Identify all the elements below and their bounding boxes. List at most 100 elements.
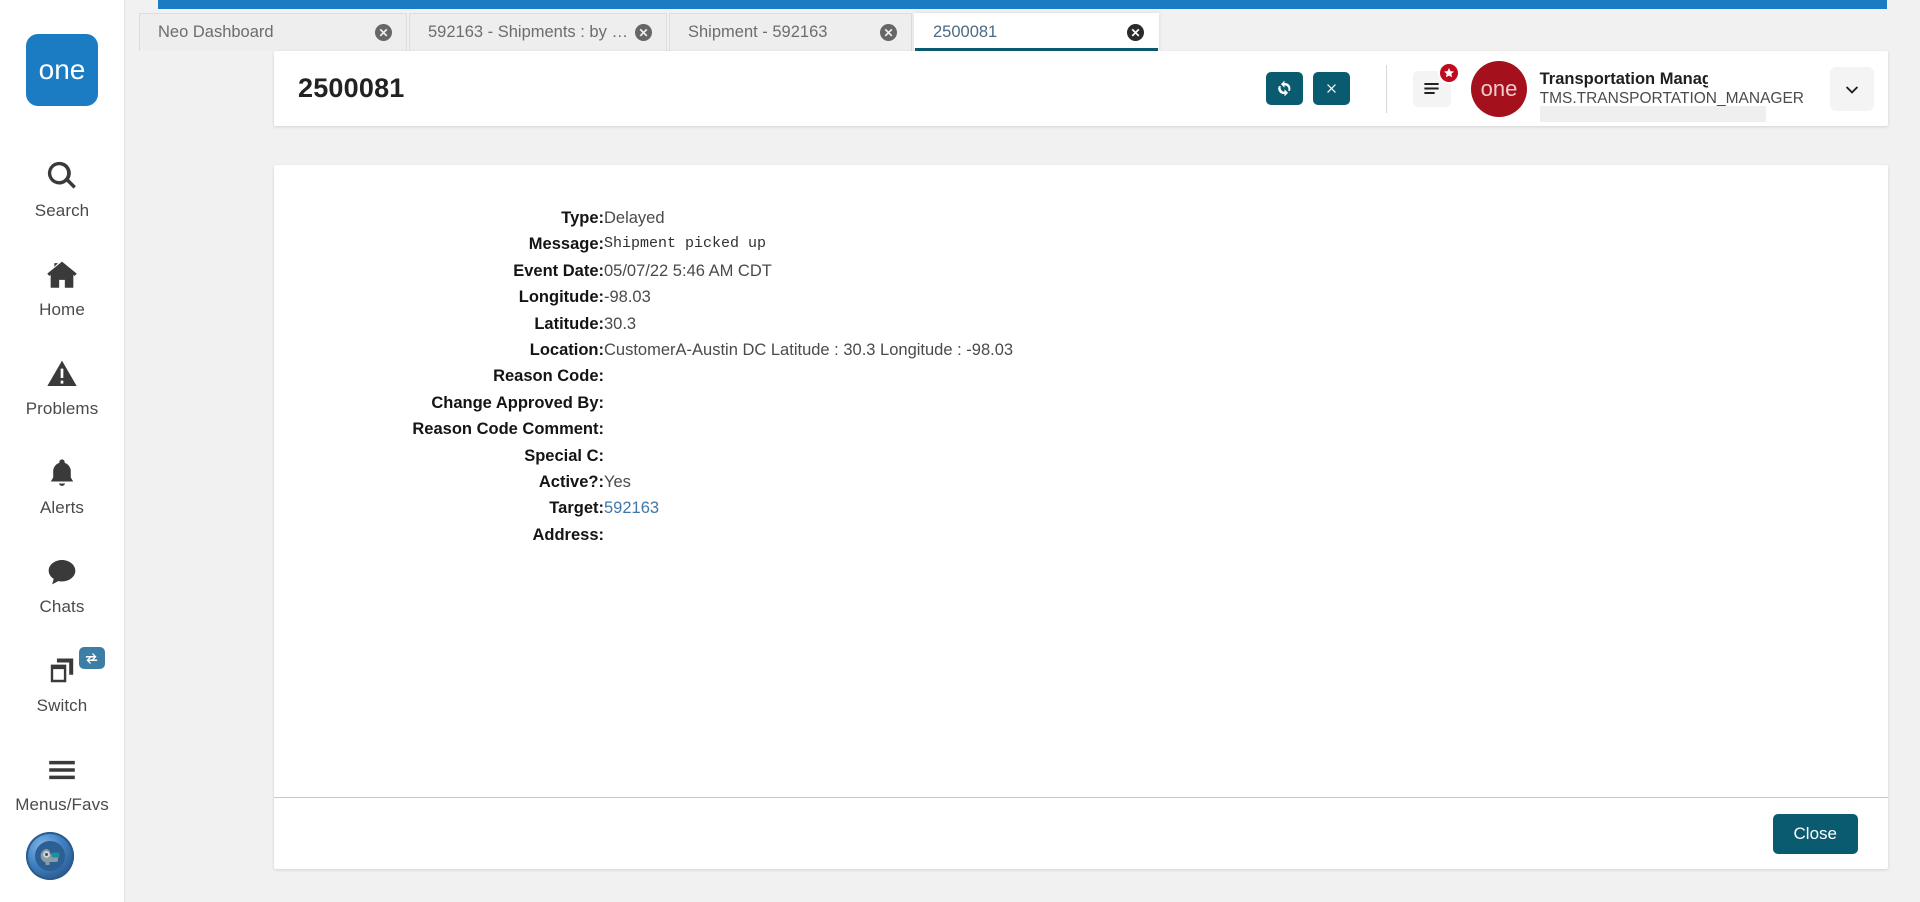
swap-arrows-icon[interactable] xyxy=(78,647,105,669)
tab-label: Shipment - 592163 xyxy=(688,23,828,41)
field-label: Reason Code Comment: xyxy=(412,420,604,439)
work-area: Neo Dashboard ✕ 592163 - Shipments : by … xyxy=(125,0,1920,902)
field-value xyxy=(604,390,1013,416)
close-x-icon xyxy=(1324,81,1339,96)
field-label: Target: xyxy=(549,499,604,518)
detail-content: Type: Delayed Message: Shipment picked u… xyxy=(274,165,1888,797)
detail-row: Reason Code: xyxy=(274,363,1013,389)
field-value: Delayed xyxy=(604,209,665,227)
field-value: CustomerA-Austin DC Latitude : 30.3 Long… xyxy=(604,341,1014,360)
sidebar-item-home[interactable]: Home xyxy=(0,241,125,326)
user-menu-button[interactable] xyxy=(1830,66,1874,111)
panel-footer: Close xyxy=(274,797,1888,869)
sidebar-item-problems[interactable]: Problems xyxy=(0,340,125,425)
detail-field-table: Type: Delayed Message: Shipment picked u… xyxy=(274,205,1013,548)
windows-stack-icon xyxy=(46,651,78,691)
sidebar-item-label: Menus/Favs xyxy=(15,795,109,814)
field-value xyxy=(604,416,1013,442)
detail-row: Reason Code Comment: xyxy=(274,416,1013,442)
sidebar-item-switch[interactable]: Switch xyxy=(0,637,125,722)
detail-row: Change Approved By: xyxy=(274,390,1013,416)
field-value: 05/07/22 5:46 AM CDT xyxy=(604,261,772,280)
detail-row: Address: xyxy=(274,522,1013,548)
detail-row: Event Date: 05/07/22 5:46 AM CDT xyxy=(274,258,1013,284)
field-label: Active?: xyxy=(538,473,604,492)
tab-shipments-by-shipment[interactable]: 592163 - Shipments : by Shipme... ✕ xyxy=(409,13,667,51)
detail-row: Type: Delayed xyxy=(274,205,1013,231)
tab-label: Neo Dashboard xyxy=(158,23,274,41)
field-label: Address: xyxy=(532,525,604,544)
tab-close-icon[interactable]: ✕ xyxy=(880,24,897,41)
refresh-icon xyxy=(1275,79,1294,98)
user-identity: Transportation Manager TMS.TRANSPORTATIO… xyxy=(1539,69,1804,122)
page-header: 2500081 one Transportation Manager TMS.T… xyxy=(274,51,1888,126)
chat-bubble-icon xyxy=(46,552,78,592)
detail-row: Active?: Yes xyxy=(274,469,1013,495)
tab-2500081[interactable]: 2500081 ✕ xyxy=(914,13,1159,51)
close-page-button[interactable] xyxy=(1312,72,1350,105)
sidebar-item-label: Switch xyxy=(36,696,88,715)
field-value: 30.3 xyxy=(604,314,637,333)
refresh-button[interactable] xyxy=(1265,72,1303,105)
tab-strip: Neo Dashboard ✕ 592163 - Shipments : by … xyxy=(139,13,1161,51)
one-brand-avatar-icon: one xyxy=(1470,60,1527,117)
field-value xyxy=(604,522,1013,548)
field-label: Change Approved By: xyxy=(431,393,604,412)
tab-close-icon[interactable]: ✕ xyxy=(1127,24,1144,41)
ai-assistant-avatar-icon[interactable] xyxy=(26,832,74,880)
field-label: Message: xyxy=(528,235,604,254)
chevron-down-icon xyxy=(1842,79,1862,99)
svg-text:one: one xyxy=(1480,77,1517,101)
user-role-label: Transportation Manager xyxy=(1539,69,1728,88)
field-value: Yes xyxy=(604,473,631,492)
sidebar-item-label: Search xyxy=(34,201,90,220)
application-root: one Search Home Problems Alerts Chats Sw… xyxy=(0,0,1920,902)
field-label: Special C: xyxy=(524,446,604,465)
field-value xyxy=(604,443,1013,469)
detail-row: Target: 592163 xyxy=(274,495,1013,521)
search-icon xyxy=(45,156,79,196)
sidebar-item-label: Alerts xyxy=(39,498,85,517)
field-label: Type: xyxy=(561,209,604,227)
tab-label: 592163 - Shipments : by Shipme... xyxy=(428,23,635,41)
field-value xyxy=(604,363,1013,389)
field-value: Shipment picked up xyxy=(604,235,767,253)
header-divider xyxy=(1385,64,1387,113)
sidebar-item-alerts[interactable]: Alerts xyxy=(0,439,125,524)
svg-text:one: one xyxy=(39,55,86,85)
sidebar-item-label: Home xyxy=(39,300,85,319)
top-accent-bar xyxy=(158,0,1887,9)
sidebar-item-label: Chats xyxy=(39,597,85,616)
field-label: Event Date: xyxy=(513,261,604,280)
detail-row: Message: Shipment picked up xyxy=(274,231,1013,257)
one-logo-icon[interactable]: one xyxy=(26,34,98,106)
tab-close-icon[interactable]: ✕ xyxy=(375,24,392,41)
tab-shipment-592163[interactable]: Shipment - 592163 ✕ xyxy=(669,13,912,51)
redacted-region-top xyxy=(1707,69,1754,87)
field-label: Reason Code: xyxy=(493,367,604,386)
detail-row: Latitude: 30.3 xyxy=(274,311,1013,337)
page-title: 2500081 xyxy=(298,73,405,103)
bell-icon xyxy=(46,453,78,493)
tab-neo-dashboard[interactable]: Neo Dashboard ✕ xyxy=(139,13,407,51)
tab-label: 2500081 xyxy=(933,23,998,41)
detail-row: Special C: xyxy=(274,443,1013,469)
sidebar-item-label: Problems xyxy=(25,399,99,418)
target-link[interactable]: 592163 xyxy=(604,499,659,517)
tab-close-icon[interactable]: ✕ xyxy=(635,24,652,41)
sidebar-item-search[interactable]: Search xyxy=(0,142,125,227)
list-menu-button[interactable] xyxy=(1412,61,1460,107)
warning-triangle-icon xyxy=(46,354,78,394)
sidebar-item-menus-favs[interactable]: Menus/Favs xyxy=(0,736,125,821)
home-icon xyxy=(45,255,79,295)
field-value: -98.03 xyxy=(604,288,651,307)
field-value-container: 592163 xyxy=(604,495,1013,521)
field-label: Longitude: xyxy=(518,288,604,307)
detail-row: Longitude: -98.03 xyxy=(274,284,1013,310)
sidebar-item-chats[interactable]: Chats xyxy=(0,538,125,623)
detail-panel: Type: Delayed Message: Shipment picked u… xyxy=(274,165,1888,869)
star-badge-icon xyxy=(1437,61,1460,84)
detail-row: Location: CustomerA-Austin DC Latitude :… xyxy=(274,337,1013,363)
close-button[interactable]: Close xyxy=(1772,813,1858,854)
left-sidebar: one Search Home Problems Alerts Chats Sw… xyxy=(0,0,125,902)
